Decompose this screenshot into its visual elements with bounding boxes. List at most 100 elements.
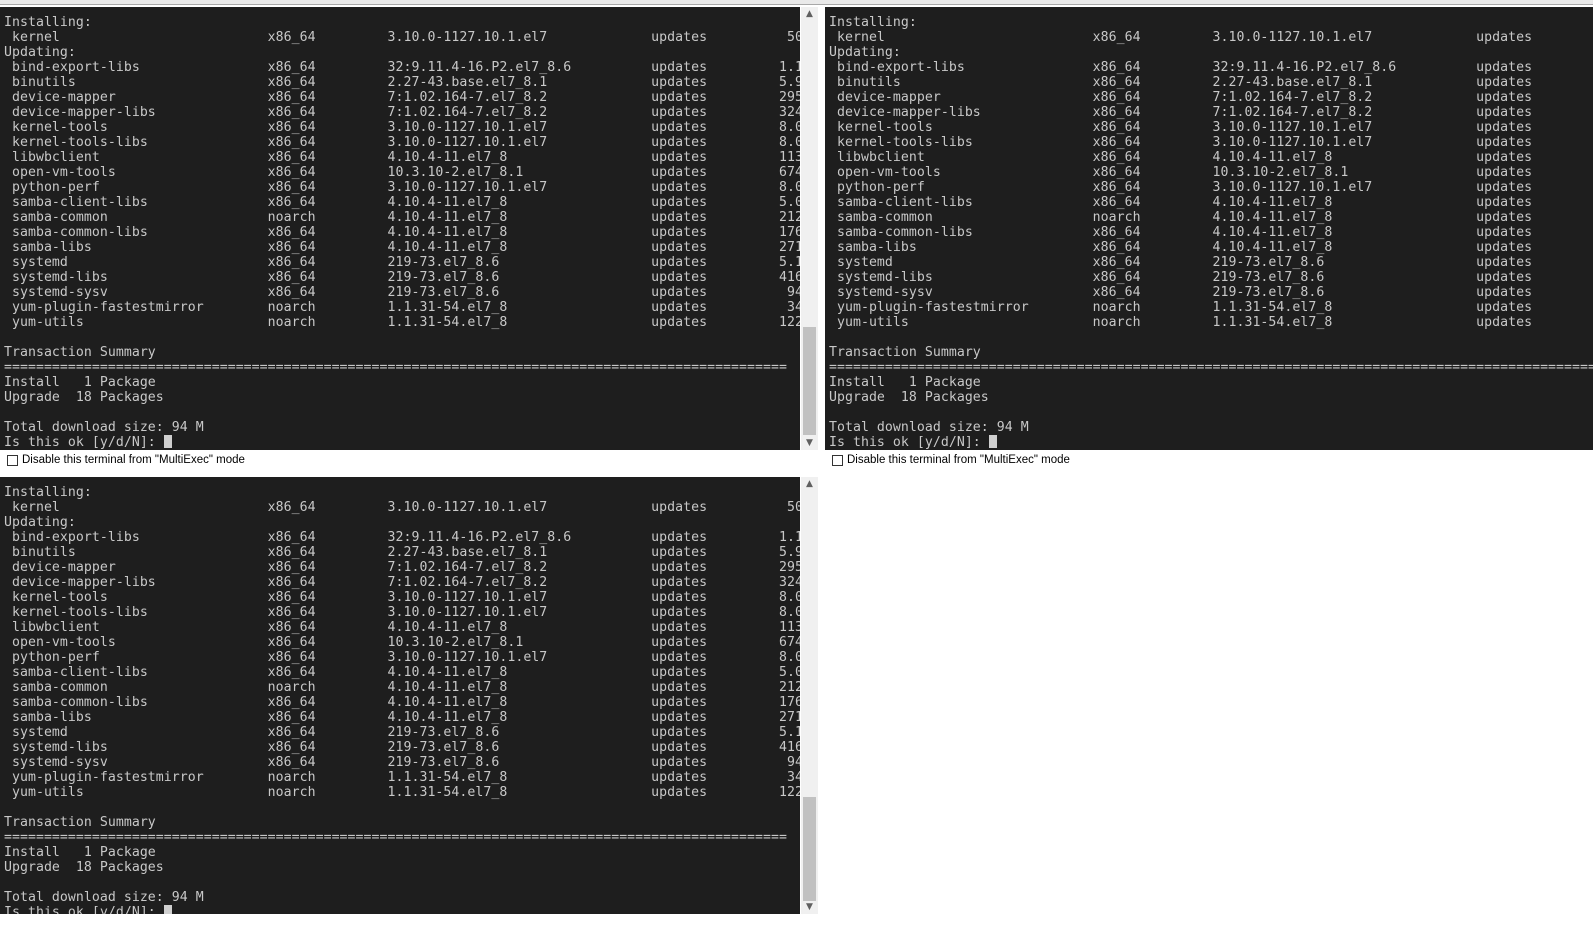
terminal-line: kernel x86_64 3.10.0-1127.10.1.el7 updat… xyxy=(4,500,800,515)
terminal-line: systemd-sysv x86_64 219-73.el7_8.6 updat… xyxy=(4,285,800,300)
terminal-pane-1[interactable]: Installing: kernel x86_64 3.10.0-1127.10… xyxy=(0,7,800,450)
window-top-border xyxy=(0,0,1593,5)
terminal-line: kernel-tools x86_64 3.10.0-1127.10.1.el7… xyxy=(4,590,800,605)
scroll-down-arrow-icon[interactable]: ▼ xyxy=(801,436,818,450)
terminal-line: kernel x86_64 3.10.0-1127.10.1.el7 updat… xyxy=(4,30,800,45)
terminal-line: samba-common noarch 4.10.4-11.el7_8 upda… xyxy=(4,680,800,695)
terminal-line: systemd-libs x86_64 219-73.el7_8.6 updat… xyxy=(4,270,800,285)
terminal-line: Updating: xyxy=(829,45,901,60)
terminal-cursor xyxy=(163,435,172,448)
scroll-up-arrow-icon[interactable]: ▲ xyxy=(801,7,818,21)
terminal-line: open-vm-tools x86_64 10.3.10-2.el7_8.1 u… xyxy=(4,165,800,180)
terminal-line: kernel-tools x86_64 3.10.0-1127.10.1.el7… xyxy=(4,120,800,135)
terminal-line: ========================================… xyxy=(829,360,1593,375)
terminal-line: Transaction Summary xyxy=(4,345,156,360)
terminal-line: bind-export-libs x86_64 32:9.11.4-16.P2.… xyxy=(4,530,800,545)
terminal-line: Install 1 Package xyxy=(829,375,981,390)
terminal-line: ========================================… xyxy=(4,830,787,845)
terminal-line: Upgrade 18 Packages xyxy=(4,860,164,875)
terminal-line: device-mapper-libs x86_64 7:1.02.164-7.e… xyxy=(4,105,800,120)
terminal-line: Is this ok [y/d/N]: xyxy=(4,905,800,914)
terminal-line: samba-common noarch 4.10.4-11.el7_8 upda… xyxy=(4,210,800,225)
terminal-output: Installing: kernel x86_64 3.10.0-1127.10… xyxy=(829,15,1593,450)
terminal-line: Transaction Summary xyxy=(4,815,156,830)
terminal-line: device-mapper x86_64 7:1.02.164-7.el7_8.… xyxy=(4,560,800,575)
terminal-line: open-vm-tools x86_64 10.3.10-2.el7_8.1 u… xyxy=(829,165,1533,180)
scroll-up-arrow-icon[interactable]: ▲ xyxy=(801,477,818,491)
terminal-line: Upgrade 18 Packages xyxy=(4,390,164,405)
terminal-line: Total download size: 94 M xyxy=(829,420,1029,435)
terminal-line: samba-libs x86_64 4.10.4-11.el7_8 update… xyxy=(4,240,800,255)
terminal-line: samba-common-libs x86_64 4.10.4-11.el7_8… xyxy=(829,225,1533,240)
terminal-line: open-vm-tools x86_64 10.3.10-2.el7_8.1 u… xyxy=(4,635,800,650)
terminal-line: samba-libs x86_64 4.10.4-11.el7_8 update… xyxy=(829,240,1533,255)
terminal-output: Installing: kernel x86_64 3.10.0-1127.10… xyxy=(4,485,800,914)
terminal-line: samba-common-libs x86_64 4.10.4-11.el7_8… xyxy=(4,695,800,710)
terminal-3-scrollbar[interactable]: ▲ ▼ xyxy=(801,477,818,914)
terminal-pane-2[interactable]: Installing: kernel x86_64 3.10.0-1127.10… xyxy=(825,7,1593,450)
terminal-line: systemd-sysv x86_64 219-73.el7_8.6 updat… xyxy=(829,285,1533,300)
terminal-line: samba-client-libs x86_64 4.10.4-11.el7_8… xyxy=(829,195,1533,210)
scroll-thumb[interactable] xyxy=(803,327,816,435)
terminal-line: yum-plugin-fastestmirror noarch 1.1.31-5… xyxy=(829,300,1533,315)
terminal-1-scrollbar[interactable]: ▲ ▼ xyxy=(801,7,818,450)
terminal-line: systemd-sysv x86_64 219-73.el7_8.6 updat… xyxy=(4,755,800,770)
multiexec-toggle-1[interactable]: Disable this terminal from "MultiExec" m… xyxy=(7,452,245,468)
multiexec-label: Disable this terminal from "MultiExec" m… xyxy=(22,454,245,466)
multiexec-label: Disable this terminal from "MultiExec" m… xyxy=(847,454,1070,466)
terminal-line: device-mapper x86_64 7:1.02.164-7.el7_8.… xyxy=(829,90,1533,105)
terminal-line: samba-common-libs x86_64 4.10.4-11.el7_8… xyxy=(4,225,800,240)
terminal-line: systemd x86_64 219-73.el7_8.6 updates 5.… xyxy=(4,255,800,270)
terminal-output: Installing: kernel x86_64 3.10.0-1127.10… xyxy=(4,15,800,450)
multiexec-toggle-2[interactable]: Disable this terminal from "MultiExec" m… xyxy=(832,452,1070,468)
terminal-cursor xyxy=(163,905,172,914)
terminal-pane-3[interactable]: Installing: kernel x86_64 3.10.0-1127.10… xyxy=(0,477,800,914)
checkbox[interactable] xyxy=(832,454,843,466)
terminal-line: yum-utils noarch 1.1.31-54.el7_8 updates xyxy=(829,315,1533,330)
terminal-line: device-mapper-libs x86_64 7:1.02.164-7.e… xyxy=(829,105,1533,120)
terminal-line: Installing: xyxy=(829,15,917,30)
terminal-line: libwbclient x86_64 4.10.4-11.el7_8 updat… xyxy=(4,150,800,165)
terminal-line: systemd x86_64 219-73.el7_8.6 updates xyxy=(829,255,1533,270)
terminal-line: yum-utils noarch 1.1.31-54.el7_8 updates… xyxy=(4,315,800,330)
terminal-line: libwbclient x86_64 4.10.4-11.el7_8 updat… xyxy=(829,150,1533,165)
terminal-line: yum-utils noarch 1.1.31-54.el7_8 updates… xyxy=(4,785,800,800)
terminal-cursor xyxy=(988,435,997,448)
terminal-line: device-mapper-libs x86_64 7:1.02.164-7.e… xyxy=(4,575,800,590)
terminal-line: Upgrade 18 Packages xyxy=(829,390,989,405)
terminal-line: python-perf x86_64 3.10.0-1127.10.1.el7 … xyxy=(829,180,1533,195)
terminal-line: Install 1 Package xyxy=(4,845,156,860)
terminal-line: Total download size: 94 M xyxy=(4,890,204,905)
terminal-line: kernel-tools x86_64 3.10.0-1127.10.1.el7… xyxy=(829,120,1533,135)
terminal-line: systemd-libs x86_64 219-73.el7_8.6 updat… xyxy=(829,270,1533,285)
terminal-line: kernel-tools-libs x86_64 3.10.0-1127.10.… xyxy=(4,135,800,150)
terminal-line: systemd-libs x86_64 219-73.el7_8.6 updat… xyxy=(4,740,800,755)
terminal-line: kernel x86_64 3.10.0-1127.10.1.el7 updat… xyxy=(829,30,1533,45)
terminal-line: yum-plugin-fastestmirror noarch 1.1.31-5… xyxy=(4,770,800,785)
terminal-line: ========================================… xyxy=(4,360,787,375)
terminal-line: samba-libs x86_64 4.10.4-11.el7_8 update… xyxy=(4,710,800,725)
terminal-line: python-perf x86_64 3.10.0-1127.10.1.el7 … xyxy=(4,650,800,665)
terminal-line: Updating: xyxy=(4,515,76,530)
scroll-thumb[interactable] xyxy=(803,797,816,901)
checkbox[interactable] xyxy=(7,454,18,466)
terminal-line: Installing: xyxy=(4,485,92,500)
terminal-line: binutils x86_64 2.27-43.base.el7_8.1 upd… xyxy=(4,545,800,560)
terminal-line: bind-export-libs x86_64 32:9.11.4-16.P2.… xyxy=(829,60,1533,75)
terminal-line: samba-client-libs x86_64 4.10.4-11.el7_8… xyxy=(4,665,800,680)
terminal-line: bind-export-libs x86_64 32:9.11.4-16.P2.… xyxy=(4,60,800,75)
scroll-down-arrow-icon[interactable]: ▼ xyxy=(801,900,818,914)
terminal-line: Installing: xyxy=(4,15,92,30)
terminal-line: Is this ok [y/d/N]: xyxy=(829,435,1593,450)
terminal-line: kernel-tools-libs x86_64 3.10.0-1127.10.… xyxy=(4,605,800,620)
terminal-line: Transaction Summary xyxy=(829,345,981,360)
terminal-line: yum-plugin-fastestmirror noarch 1.1.31-5… xyxy=(4,300,800,315)
terminal-line: binutils x86_64 2.27-43.base.el7_8.1 upd… xyxy=(4,75,800,90)
terminal-line: Updating: xyxy=(4,45,76,60)
terminal-line: samba-client-libs x86_64 4.10.4-11.el7_8… xyxy=(4,195,800,210)
